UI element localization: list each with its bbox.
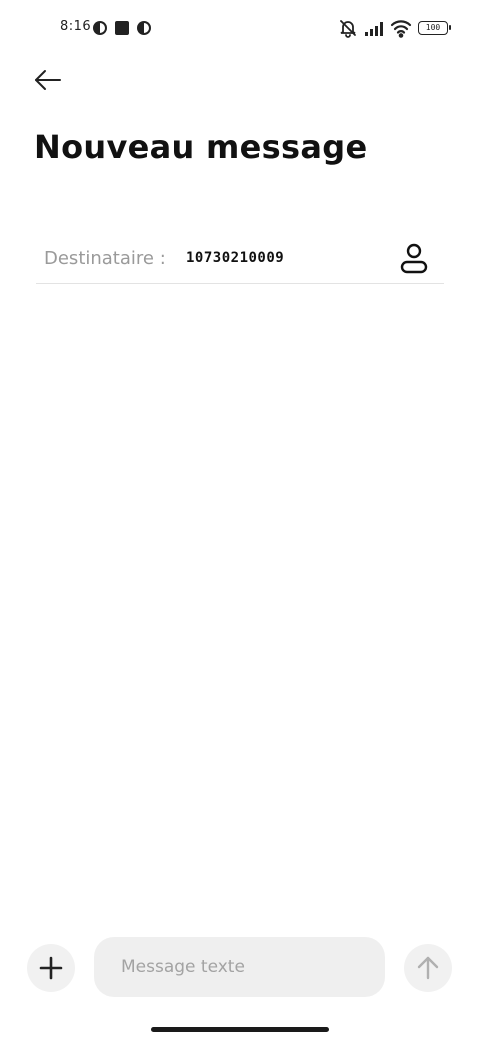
recipient-row[interactable]: Destinataire : 10730210009	[36, 234, 444, 284]
app-notification-icon-2	[136, 20, 152, 40]
page-title: Nouveau message	[34, 128, 368, 166]
battery-indicator: 100	[418, 21, 451, 35]
plus-icon	[39, 956, 63, 980]
screen: 8:16 100 Nouveau message Destinataire: …	[0, 0, 480, 1040]
signal-icon	[364, 19, 386, 41]
recipient-value[interactable]: 10730210009	[186, 250, 284, 266]
mute-icon	[338, 18, 358, 42]
arrow-left-icon	[35, 70, 61, 90]
wifi-icon	[390, 18, 412, 42]
send-button[interactable]	[404, 944, 452, 992]
status-bar: 8:16 100	[0, 14, 480, 42]
square-notification-icon	[114, 20, 130, 40]
app-notification-icon	[92, 20, 108, 40]
arrow-up-icon	[417, 956, 439, 980]
home-indicator[interactable]	[151, 1027, 329, 1032]
person-icon	[400, 243, 428, 274]
back-button[interactable]	[30, 64, 66, 96]
add-attachment-button[interactable]	[27, 944, 75, 992]
status-time: 8:16	[60, 19, 92, 34]
recipient-label: Destinataire :	[44, 248, 166, 269]
message-input[interactable]	[94, 937, 385, 997]
contact-picker-button[interactable]	[396, 240, 432, 276]
